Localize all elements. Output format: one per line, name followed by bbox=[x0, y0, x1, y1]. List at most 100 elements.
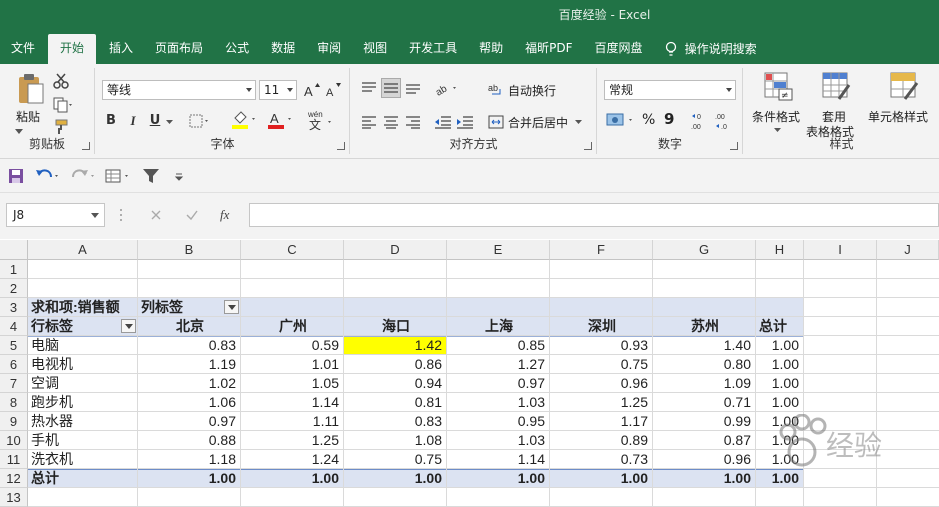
pivot-row-name[interactable]: 洗衣机 bbox=[28, 450, 138, 469]
pivot-column-header[interactable]: 海口 bbox=[344, 317, 447, 336]
chevron-down-icon[interactable] bbox=[164, 118, 174, 126]
pivot-value-cell[interactable]: 0.85 bbox=[447, 336, 550, 355]
pivot-value-cell[interactable]: 1.02 bbox=[138, 374, 241, 393]
underline-button[interactable]: U bbox=[146, 113, 164, 128]
tab-3[interactable]: 页面布局 bbox=[144, 34, 214, 64]
pivot-value-cell[interactable]: 1.14 bbox=[447, 450, 550, 469]
orientation-icon[interactable]: ab bbox=[433, 78, 461, 98]
pivot-value-cell[interactable]: 0.86 bbox=[344, 355, 447, 374]
row-header-12[interactable]: 12 bbox=[0, 469, 28, 488]
copy-icon[interactable] bbox=[52, 96, 74, 114]
pivot-column-header[interactable]: 苏州 bbox=[653, 317, 756, 336]
column-header-C[interactable]: C bbox=[241, 240, 344, 260]
pivot-row-name[interactable]: 电脑 bbox=[28, 336, 138, 355]
decrease-font-icon[interactable]: A bbox=[324, 80, 344, 100]
row-header-13[interactable]: 13 bbox=[0, 488, 28, 507]
pivot-value-cell[interactable]: 1.14 bbox=[241, 393, 344, 412]
cell-styles-icon[interactable] bbox=[888, 70, 920, 102]
row-header-9[interactable]: 9 bbox=[0, 412, 28, 431]
pivot-value-cell[interactable]: 1.17 bbox=[550, 412, 653, 431]
dialog-launcher-icon[interactable] bbox=[337, 142, 345, 150]
merge-center-button[interactable]: 合并后居中 bbox=[508, 114, 568, 131]
cut-icon[interactable] bbox=[52, 72, 70, 90]
row-header-7[interactable]: 7 bbox=[0, 374, 28, 393]
pivot-value-cell[interactable]: 0.97 bbox=[138, 412, 241, 431]
column-header-H[interactable]: H bbox=[756, 240, 804, 260]
row-header-1[interactable]: 1 bbox=[0, 260, 28, 279]
pivot-column-header[interactable]: 北京 bbox=[138, 317, 241, 336]
pivot-value-cell[interactable]: 1.25 bbox=[241, 431, 344, 450]
tab-0[interactable]: 文件 bbox=[0, 34, 46, 64]
tab-11[interactable]: 百度网盘 bbox=[584, 34, 654, 64]
wrap-text-icon[interactable]: ab bbox=[487, 78, 505, 98]
dialog-launcher-icon[interactable] bbox=[730, 142, 738, 150]
column-header-E[interactable]: E bbox=[447, 240, 550, 260]
bold-button[interactable]: B bbox=[102, 113, 120, 128]
pivot-value-cell[interactable]: 0.83 bbox=[138, 336, 241, 355]
format-as-table-icon[interactable] bbox=[820, 70, 852, 102]
name-box[interactable]: J8 bbox=[6, 203, 105, 227]
pivot-value-cell[interactable]: 1.27 bbox=[447, 355, 550, 374]
row-header-10[interactable]: 10 bbox=[0, 431, 28, 450]
redo-icon[interactable] bbox=[70, 166, 100, 186]
tab-6[interactable]: 审阅 bbox=[306, 34, 352, 64]
pivot-row-name[interactable]: 跑步机 bbox=[28, 393, 138, 412]
align-right-icon[interactable] bbox=[403, 112, 423, 132]
filter-icon[interactable] bbox=[140, 165, 162, 187]
select-all-button[interactable] bbox=[0, 240, 28, 260]
increase-indent-icon[interactable] bbox=[455, 112, 475, 132]
pivot-value-cell[interactable]: 1.05 bbox=[241, 374, 344, 393]
pivot-total-cell[interactable]: 1.00 bbox=[138, 469, 241, 488]
borders-icon[interactable] bbox=[188, 112, 212, 130]
pivot-value-cell[interactable]: 0.96 bbox=[550, 374, 653, 393]
pivot-value-cell[interactable]: 0.83 bbox=[344, 412, 447, 431]
pivot-value-cell[interactable]: 0.97 bbox=[447, 374, 550, 393]
format-painter-icon[interactable] bbox=[52, 118, 70, 136]
font-size-select[interactable]: 11 bbox=[259, 80, 297, 100]
tell-me-search[interactable]: 操作说明搜索 bbox=[654, 34, 768, 64]
tab-5[interactable]: 数据 bbox=[260, 34, 306, 64]
conditional-format-icon[interactable]: ≠ bbox=[762, 70, 794, 102]
row-header-5[interactable]: 5 bbox=[0, 336, 28, 355]
align-top-icon[interactable] bbox=[359, 78, 379, 98]
row-header-8[interactable]: 8 bbox=[0, 393, 28, 412]
column-header-I[interactable]: I bbox=[804, 240, 877, 260]
pivot-value-cell[interactable]: 1.25 bbox=[550, 393, 653, 412]
pivot-column-header[interactable]: 深圳 bbox=[550, 317, 653, 336]
pivot-value-cell[interactable]: 0.80 bbox=[653, 355, 756, 374]
pivot-value-cell[interactable]: 0.99 bbox=[653, 412, 756, 431]
insert-function-button[interactable]: fx bbox=[220, 207, 229, 223]
pivot-value-cell[interactable]: 0.87 bbox=[653, 431, 756, 450]
align-left-icon[interactable] bbox=[359, 112, 379, 132]
align-center-icon[interactable] bbox=[381, 112, 401, 132]
pivot-value-cell[interactable]: 1.06 bbox=[138, 393, 241, 412]
dialog-launcher-icon[interactable] bbox=[584, 142, 592, 150]
enter-icon[interactable] bbox=[180, 205, 204, 225]
number-format-select[interactable]: 常规 bbox=[604, 80, 736, 100]
column-header-J[interactable]: J bbox=[877, 240, 939, 260]
accounting-format-icon[interactable] bbox=[604, 110, 640, 130]
pivot-value-cell[interactable]: 1.00 bbox=[756, 393, 804, 412]
pivot-value-cell[interactable]: 1.42 bbox=[344, 336, 447, 355]
tab-9[interactable]: 帮助 bbox=[468, 34, 514, 64]
tab-7[interactable]: 视图 bbox=[352, 34, 398, 64]
column-filter-button[interactable] bbox=[224, 300, 239, 314]
tab-8[interactable]: 开发工具 bbox=[398, 34, 468, 64]
tab-4[interactable]: 公式 bbox=[214, 34, 260, 64]
pivot-value-cell[interactable]: 0.94 bbox=[344, 374, 447, 393]
pivot-value-cell[interactable]: 1.18 bbox=[138, 450, 241, 469]
column-header-A[interactable]: A bbox=[28, 240, 138, 260]
paste-button[interactable]: 粘贴 bbox=[16, 108, 40, 125]
pivot-value-cell[interactable]: 0.93 bbox=[550, 336, 653, 355]
column-header-B[interactable]: B bbox=[138, 240, 241, 260]
pivot-value-cell[interactable]: 0.59 bbox=[241, 336, 344, 355]
customize-qat-icon[interactable] bbox=[172, 168, 186, 184]
merge-center-icon[interactable] bbox=[487, 112, 505, 132]
pivot-total-cell[interactable]: 1.00 bbox=[653, 469, 756, 488]
tab-2[interactable]: 插入 bbox=[98, 34, 144, 64]
italic-button[interactable]: I bbox=[124, 113, 142, 129]
row-header-6[interactable]: 6 bbox=[0, 355, 28, 374]
paste-icon[interactable] bbox=[12, 70, 48, 106]
splitter-handle[interactable] bbox=[118, 207, 124, 223]
pivot-column-header[interactable]: 总计 bbox=[756, 317, 804, 336]
